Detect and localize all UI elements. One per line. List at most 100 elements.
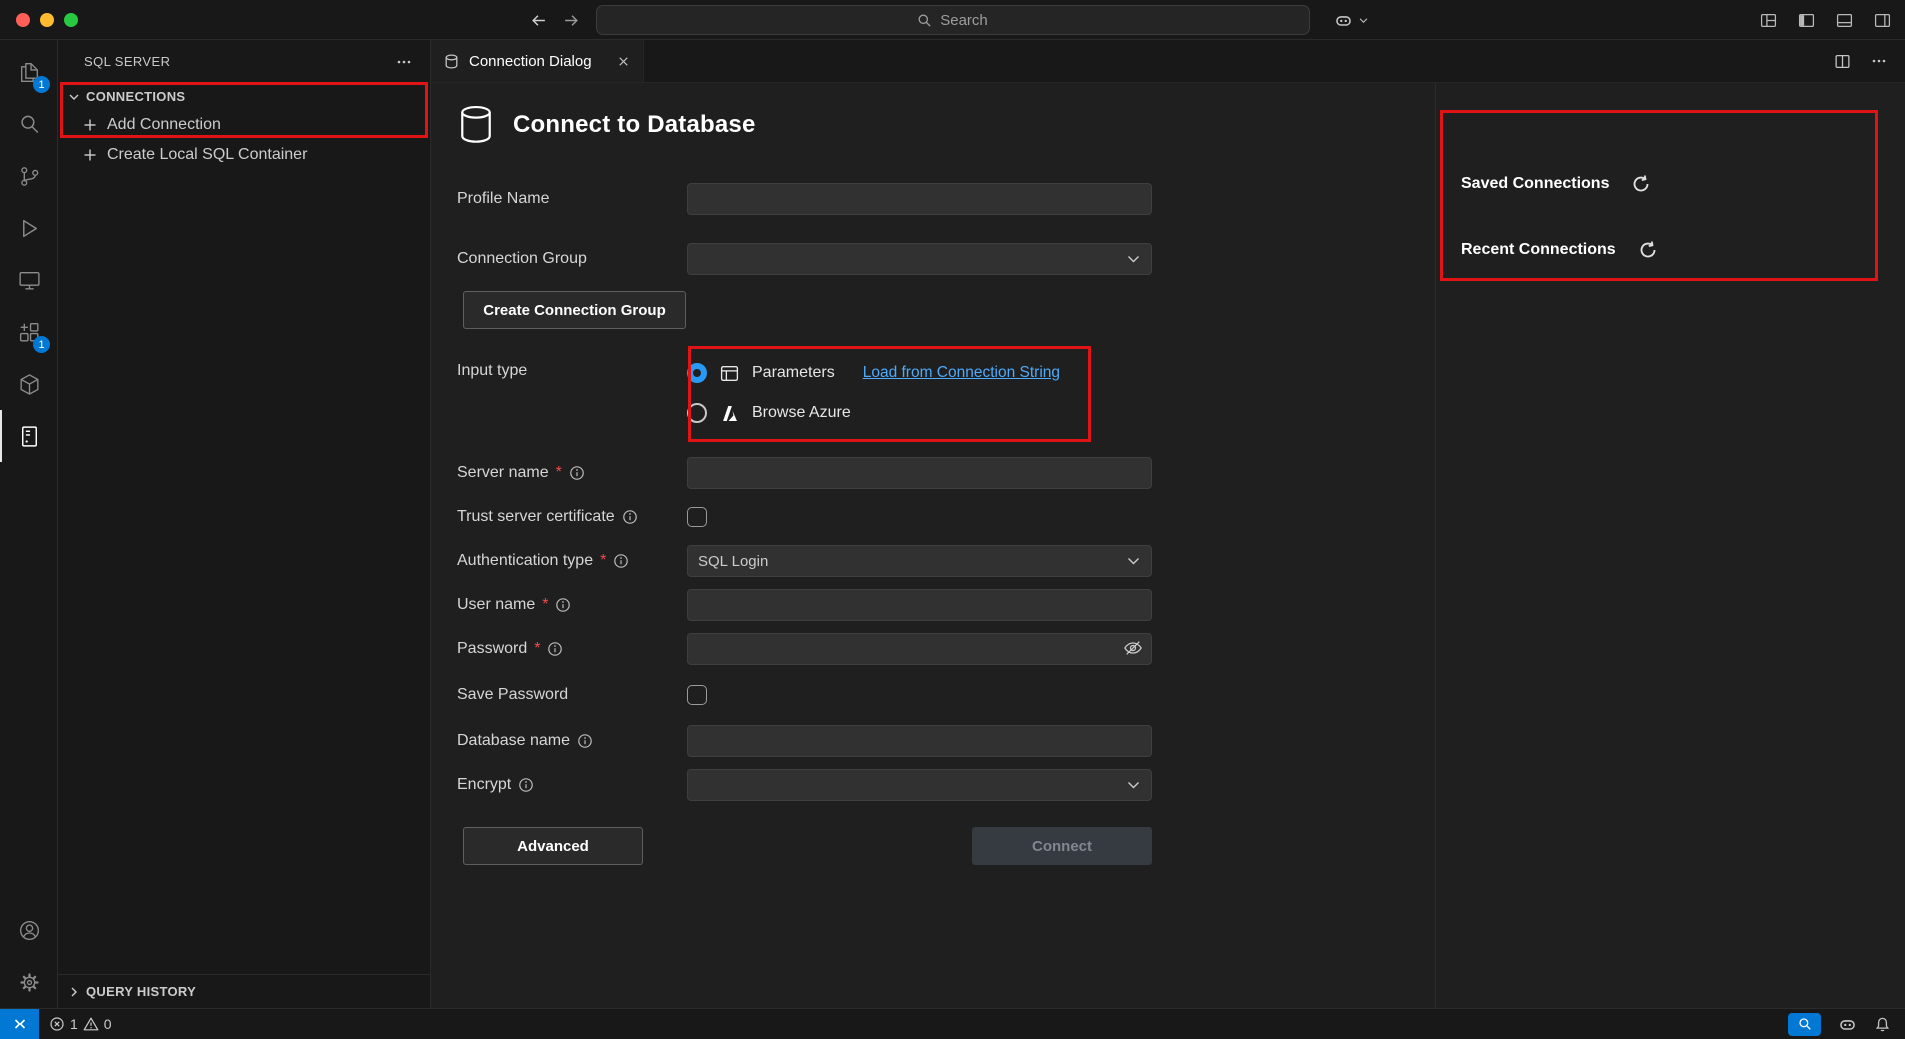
sidebar-title: SQL SERVER [84, 54, 170, 69]
trust-server-certificate-label: Trust server certificate [457, 508, 615, 526]
authentication-type-label: Authentication type [457, 552, 593, 570]
add-connection-item[interactable]: Add Connection [58, 110, 430, 140]
error-icon [49, 1016, 65, 1032]
recent-connections-title: Recent Connections [1461, 241, 1616, 259]
chevron-down-icon [1127, 781, 1140, 790]
sidebar-left-icon [1798, 12, 1815, 29]
server-name-input[interactable] [687, 457, 1152, 489]
input-type-label: Input type [457, 362, 527, 380]
server-name-label: Server name [457, 464, 549, 482]
warning-icon [83, 1016, 99, 1032]
activity-bar: 1 1 [0, 40, 58, 1008]
plus-icon [82, 147, 98, 163]
maximize-window-button[interactable] [64, 13, 78, 27]
refresh-icon [1638, 240, 1658, 260]
toggle-password-visibility-button[interactable] [1123, 639, 1143, 657]
activity-run-debug-button[interactable] [0, 202, 57, 254]
activity-extensions-button[interactable]: 1 [0, 306, 57, 358]
copilot-icon [1334, 11, 1353, 30]
browse-azure-radio[interactable] [687, 403, 707, 423]
activity-containers-button[interactable] [0, 358, 57, 410]
save-password-checkbox[interactable] [687, 685, 707, 705]
info-icon [518, 777, 534, 793]
navigate-back-button[interactable] [530, 12, 547, 29]
close-window-button[interactable] [16, 13, 30, 27]
info-icon [569, 465, 585, 481]
tab-bar: Connection Dialog [431, 40, 1905, 83]
trust-server-certificate-checkbox[interactable] [687, 507, 707, 527]
package-icon [17, 372, 42, 397]
minimize-window-button[interactable] [40, 13, 54, 27]
dialog-title: Connect to Database [513, 111, 756, 139]
split-editor-button[interactable] [1834, 53, 1851, 70]
connections-panel: Saved Connections Recent Connections [1461, 172, 1658, 262]
close-tab-button[interactable] [616, 54, 631, 69]
tab-label: Connection Dialog [469, 53, 592, 70]
load-from-connection-string-link[interactable]: Load from Connection String [863, 364, 1060, 382]
chevron-down-icon [1358, 15, 1369, 26]
application-window: Search 1 [0, 0, 1905, 1039]
activity-explorer-button[interactable]: 1 [0, 46, 57, 98]
ellipsis-icon [396, 54, 412, 70]
required-mark: * [600, 552, 606, 570]
encrypt-label: Encrypt [457, 776, 511, 794]
sql-server-sidebar: SQL SERVER CONNECTIONS Add Connection Cr… [58, 40, 431, 1008]
info-icon [547, 641, 563, 657]
info-icon [622, 509, 638, 525]
command-center-search[interactable]: Search [596, 5, 1310, 35]
copilot-menu-button[interactable] [1334, 0, 1369, 40]
navigate-forward-button[interactable] [563, 12, 580, 29]
editor-more-actions-button[interactable] [1871, 53, 1887, 69]
chevron-right-icon [66, 984, 82, 1000]
query-history-section-header[interactable]: QUERY HISTORY [58, 974, 430, 1008]
create-connection-group-button[interactable]: Create Connection Group [463, 291, 686, 329]
problems-status-button[interactable]: 1 0 [49, 1016, 112, 1032]
activity-source-control-button[interactable] [0, 150, 57, 202]
toggle-panel-button[interactable] [1836, 12, 1853, 29]
sidebar-more-actions-button[interactable] [396, 54, 412, 70]
activity-sql-server-button[interactable] [0, 410, 57, 462]
customize-layout-button[interactable] [1760, 12, 1777, 29]
tab-connection-dialog[interactable]: Connection Dialog [431, 40, 644, 82]
sql-server-icon [17, 424, 42, 449]
create-local-sql-container-item[interactable]: Create Local SQL Container [58, 140, 430, 170]
parameters-radio-label: Parameters [752, 364, 835, 382]
refresh-saved-connections-button[interactable] [1631, 174, 1651, 194]
password-input[interactable] [687, 633, 1152, 665]
parameters-radio[interactable] [687, 363, 707, 383]
encrypt-select[interactable] [687, 769, 1152, 801]
activity-search-button[interactable] [0, 98, 57, 150]
profile-name-label: Profile Name [457, 190, 549, 208]
activity-accounts-button[interactable] [0, 904, 57, 956]
connection-group-label: Connection Group [457, 250, 587, 268]
zoom-status-button[interactable] [1788, 1013, 1821, 1036]
connect-button[interactable]: Connect [972, 827, 1152, 865]
advanced-button[interactable]: Advanced [463, 827, 643, 865]
connections-section-header[interactable]: CONNECTIONS [58, 83, 430, 110]
source-control-icon [17, 164, 42, 189]
activity-remote-explorer-button[interactable] [0, 254, 57, 306]
database-name-label: Database name [457, 732, 570, 750]
gear-icon [17, 970, 42, 995]
connection-group-select[interactable] [687, 243, 1152, 275]
arrow-left-icon [530, 12, 547, 29]
user-name-input[interactable] [687, 589, 1152, 621]
refresh-recent-connections-button[interactable] [1638, 240, 1658, 260]
add-connection-label: Add Connection [107, 116, 221, 134]
copilot-status-button[interactable] [1838, 1015, 1857, 1034]
saved-connections-title: Saved Connections [1461, 175, 1609, 193]
save-password-label: Save Password [457, 686, 568, 704]
activity-settings-button[interactable] [0, 956, 57, 1008]
info-icon [555, 597, 571, 613]
toggle-secondary-sidebar-button[interactable] [1874, 12, 1891, 29]
close-icon [616, 54, 631, 69]
database-name-input[interactable] [687, 725, 1152, 757]
profile-name-input[interactable] [687, 183, 1152, 215]
authentication-type-select[interactable]: SQL Login [687, 545, 1152, 577]
search-placeholder-text: Search [940, 12, 988, 29]
info-icon [577, 733, 593, 749]
layout-icon [1760, 12, 1777, 29]
notifications-button[interactable] [1874, 1016, 1891, 1033]
remote-indicator-button[interactable] [0, 1009, 39, 1039]
toggle-primary-sidebar-button[interactable] [1798, 12, 1815, 29]
